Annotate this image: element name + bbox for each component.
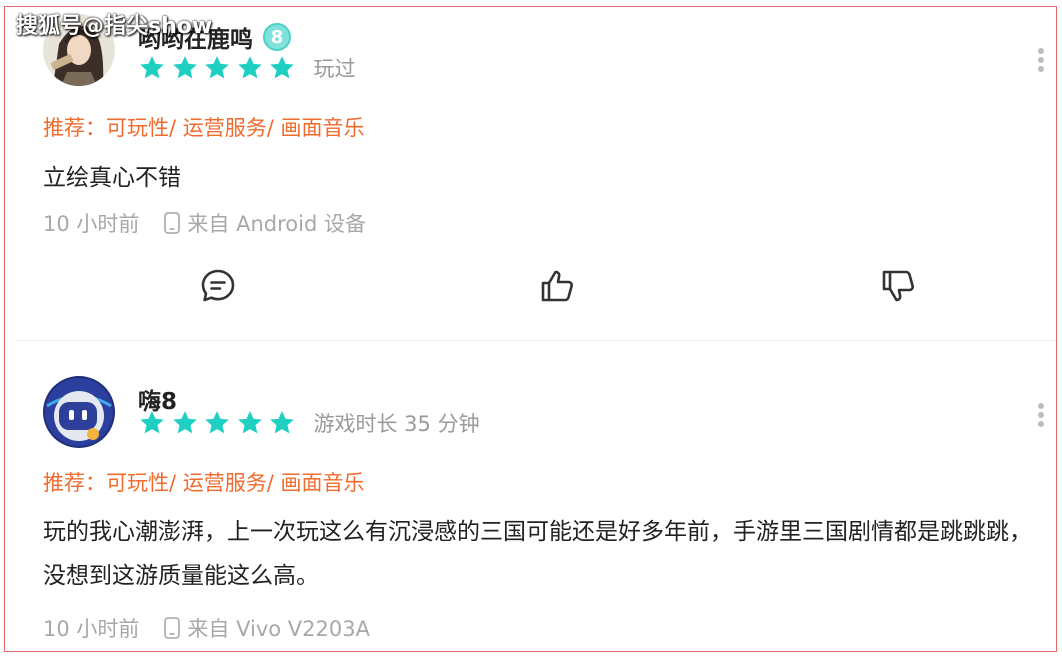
review-device: 来自 Vivo V2203A bbox=[187, 617, 370, 641]
thumbs-down-icon bbox=[882, 270, 914, 302]
star-icon bbox=[138, 54, 166, 82]
review-card: 嗨8 游戏时长 35 分钟 推荐：可玩性/ 运营服务/ 画面音乐 玩的我心潮澎湃… bbox=[15, 340, 1056, 650]
review-meta: 10 小时前 来自 Vivo V2203A bbox=[43, 613, 370, 643]
more-vertical-icon[interactable] bbox=[1036, 403, 1046, 427]
star-icon bbox=[171, 54, 199, 82]
review-content: 玩的我心潮澎湃，上一次玩这么有沉浸感的三国可能还是好多年前，手游里三国剧情都是跳… bbox=[43, 519, 1032, 589]
review-time: 10 小时前 bbox=[43, 617, 140, 641]
rating: 游戏时长 35 分钟 bbox=[138, 408, 480, 438]
star-icon bbox=[268, 54, 296, 82]
like-button[interactable] bbox=[535, 263, 581, 309]
watermark: 搜狐号@指尖show bbox=[16, 14, 213, 39]
rating: 玩过 bbox=[138, 53, 356, 83]
star-icon bbox=[268, 409, 296, 437]
star-icon bbox=[138, 409, 166, 437]
recommend-tags: 推荐：可玩性/ 运营服务/ 画面音乐 bbox=[43, 116, 365, 140]
review-card: 哟哟在鹿鸣 8 玩过 推荐：可玩性/ 运营服务/ 画面音乐 立绘真心不错 10 … bbox=[15, 7, 1056, 336]
phone-icon bbox=[164, 212, 181, 234]
play-status: 玩过 bbox=[313, 57, 356, 81]
review-content: 立绘真心不错 bbox=[43, 165, 181, 191]
review-device: 来自 Android 设备 bbox=[187, 212, 366, 236]
reply-button[interactable] bbox=[195, 263, 241, 309]
star-icon bbox=[236, 54, 264, 82]
phone-icon bbox=[164, 617, 181, 639]
level-badge: 8 bbox=[263, 23, 291, 51]
recommend-tags: 推荐：可玩性/ 运营服务/ 画面音乐 bbox=[43, 471, 365, 495]
review-actions bbox=[15, 263, 1056, 313]
avatar[interactable] bbox=[43, 376, 115, 448]
dislike-button[interactable] bbox=[876, 263, 922, 309]
star-icon bbox=[171, 409, 199, 437]
star-icon bbox=[203, 54, 231, 82]
review-list: 哟哟在鹿鸣 8 玩过 推荐：可玩性/ 运营服务/ 画面音乐 立绘真心不错 10 … bbox=[4, 6, 1057, 652]
star-icon bbox=[203, 409, 231, 437]
star-icon bbox=[236, 409, 264, 437]
more-vertical-icon[interactable] bbox=[1036, 48, 1046, 72]
review-meta: 10 小时前 来自 Android 设备 bbox=[43, 208, 366, 238]
play-duration: 游戏时长 35 分钟 bbox=[313, 412, 480, 436]
comment-icon bbox=[201, 269, 235, 302]
review-time: 10 小时前 bbox=[43, 212, 140, 236]
thumbs-up-icon bbox=[541, 270, 573, 302]
